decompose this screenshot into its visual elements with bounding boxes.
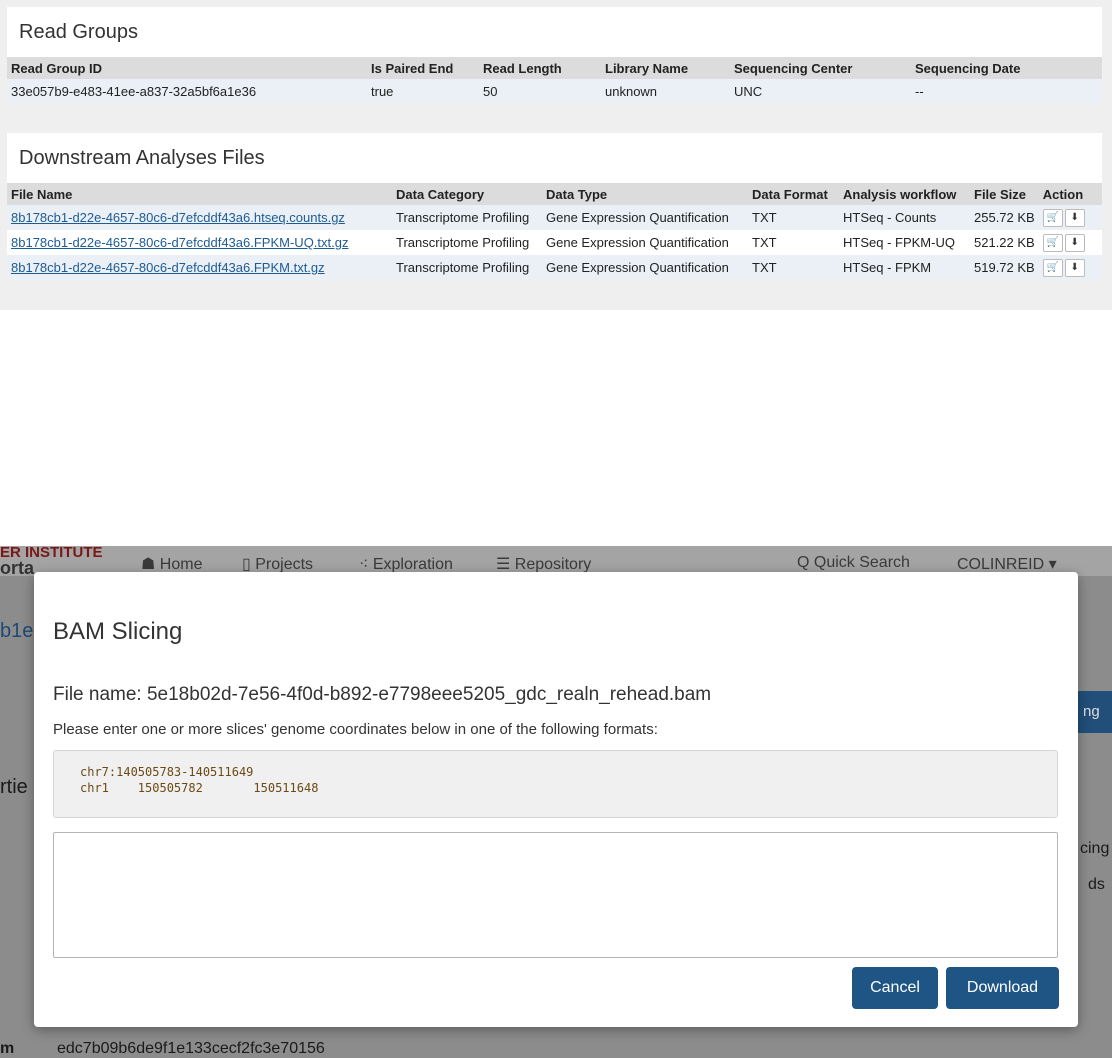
nav-home[interactable]: ☗ Home (141, 554, 202, 574)
col-sequencing-center[interactable]: Sequencing Center (730, 57, 911, 79)
top-section: Read Groups Read Group ID Is Paired End … (0, 0, 1112, 310)
analysis-workflow: HTSeq - FPKM (839, 255, 970, 280)
file-size: 255.72 KB (970, 205, 1039, 230)
file-size: 519.72 KB (970, 255, 1039, 280)
read-groups-table: Read Group ID Is Paired End Read Length … (7, 57, 1102, 104)
read-group-id: 33e057b9-e483-41ee-a837-32a5bf6a1e36 (7, 79, 367, 104)
behind-properties-fragment: rtie (0, 776, 28, 798)
read-groups-header-row: Read Group ID Is Paired End Read Length … (7, 57, 1102, 79)
table-row: 8b178cb1-d22e-4657-80c6-d7efcddf43a6.hts… (7, 205, 1102, 230)
col-action: Action (1038, 183, 1102, 205)
nav-quick-search[interactable]: Q Quick Search (797, 554, 910, 572)
download-button[interactable]: Download (946, 967, 1059, 1009)
nav-exploration[interactable]: ⁖ Exploration (359, 554, 453, 574)
downstream-title: Downstream Analyses Files (19, 147, 265, 169)
behind-row-value: edc7b09b6de9f1e133cecf2fc3e70156 (57, 1040, 325, 1057)
action-cell: 🛒 ⬇ (1038, 230, 1102, 255)
read-groups-title: Read Groups (19, 21, 138, 43)
library-name: unknown (601, 79, 730, 104)
behind-right-fragment-2: ds (1088, 876, 1105, 893)
cancel-button[interactable]: Cancel (852, 967, 938, 1009)
download-icon[interactable]: ⬇ (1064, 233, 1085, 252)
downstream-panel: Downstream Analyses Files File Name Data… (7, 133, 1102, 280)
example-format-line-2: chr1 150505782 150511648 (80, 781, 319, 795)
col-is-paired-end[interactable]: Is Paired End (367, 57, 479, 79)
behind-right-fragment-1: cing (1080, 840, 1110, 857)
col-data-category[interactable]: Data Category (392, 183, 542, 205)
data-type: Gene Expression Quantification (542, 255, 748, 280)
analysis-workflow: HTSeq - Counts (839, 205, 970, 230)
action-cell: 🛒 ⬇ (1038, 255, 1102, 280)
data-format: TXT (748, 230, 839, 255)
is-paired-end: true (367, 79, 479, 104)
bam-slicing-screen: ER INSTITUTE orta ☗ Home ▯ Projects ⁖ Ex… (0, 546, 1112, 1058)
cart-icon[interactable]: 🛒 (1042, 258, 1063, 277)
col-file-name[interactable]: File Name (7, 183, 392, 205)
col-data-format[interactable]: Data Format (748, 183, 839, 205)
col-read-group-id[interactable]: Read Group ID (7, 57, 367, 79)
behind-title-fragment: b1e (0, 620, 34, 642)
file-link[interactable]: 8b178cb1-d22e-4657-80c6-d7efcddf43a6.hts… (11, 210, 345, 225)
behind-button-fragment: ng (1075, 691, 1112, 733)
read-length: 50 (479, 79, 601, 104)
coordinates-input[interactable] (53, 832, 1058, 958)
download-icon[interactable]: ⬇ (1064, 258, 1085, 277)
cart-icon[interactable]: 🛒 (1042, 208, 1063, 227)
modal-title: BAM Slicing (53, 618, 183, 645)
data-format: TXT (748, 255, 839, 280)
analysis-workflow: HTSeq - FPKM-UQ (839, 230, 970, 255)
action-cell: 🛒 ⬇ (1038, 205, 1102, 230)
modal-file-name: File name: 5e18b02d-7e56-4f0d-b892-e7798… (53, 684, 712, 705)
col-analysis-workflow[interactable]: Analysis workflow (839, 183, 970, 205)
file-size: 521.22 KB (970, 230, 1039, 255)
col-file-size[interactable]: File Size (970, 183, 1039, 205)
file-link[interactable]: 8b178cb1-d22e-4657-80c6-d7efcddf43a6.FPK… (11, 260, 325, 275)
data-category: Transcriptome Profiling (392, 255, 542, 280)
col-data-type[interactable]: Data Type (542, 183, 748, 205)
data-category: Transcriptome Profiling (392, 205, 542, 230)
read-groups-panel: Read Groups Read Group ID Is Paired End … (7, 7, 1102, 104)
file-link[interactable]: 8b178cb1-d22e-4657-80c6-d7efcddf43a6.FPK… (11, 235, 348, 250)
cart-icon[interactable]: 🛒 (1042, 233, 1063, 252)
data-type: Gene Expression Quantification (542, 205, 748, 230)
nav-projects[interactable]: ▯ Projects (242, 554, 313, 574)
data-type: Gene Expression Quantification (542, 230, 748, 255)
modal-instructions: Please enter one or more slices' genome … (53, 721, 658, 738)
nav-repository[interactable]: ☰ Repository (496, 554, 591, 574)
sequencing-date: -- (911, 79, 1102, 104)
data-format: TXT (748, 205, 839, 230)
sequencing-center: UNC (730, 79, 911, 104)
table-row: 8b178cb1-d22e-4657-80c6-d7efcddf43a6.FPK… (7, 230, 1102, 255)
brand-logo-subtext[interactable]: orta (0, 558, 34, 579)
table-row: 33e057b9-e483-41ee-a837-32a5bf6a1e36 tru… (7, 79, 1102, 104)
col-library-name[interactable]: Library Name (601, 57, 730, 79)
data-category: Transcriptome Profiling (392, 230, 542, 255)
coordinate-format-example: chr7:140505783-140511649 chr1 150505782 … (53, 750, 1058, 818)
behind-row-label: m (0, 1040, 15, 1057)
download-icon[interactable]: ⬇ (1064, 208, 1085, 227)
downstream-header-row: File Name Data Category Data Type Data F… (7, 183, 1102, 205)
col-sequencing-date[interactable]: Sequencing Date (911, 57, 1102, 79)
nav-user-menu[interactable]: COLINREID ▾ (957, 554, 1057, 574)
bam-slicing-modal: BAM Slicing File name: 5e18b02d-7e56-4f0… (34, 572, 1078, 1027)
col-read-length[interactable]: Read Length (479, 57, 601, 79)
downstream-table: File Name Data Category Data Type Data F… (7, 183, 1102, 280)
example-format-line-1: chr7:140505783-140511649 (80, 765, 254, 779)
table-row: 8b178cb1-d22e-4657-80c6-d7efcddf43a6.FPK… (7, 255, 1102, 280)
